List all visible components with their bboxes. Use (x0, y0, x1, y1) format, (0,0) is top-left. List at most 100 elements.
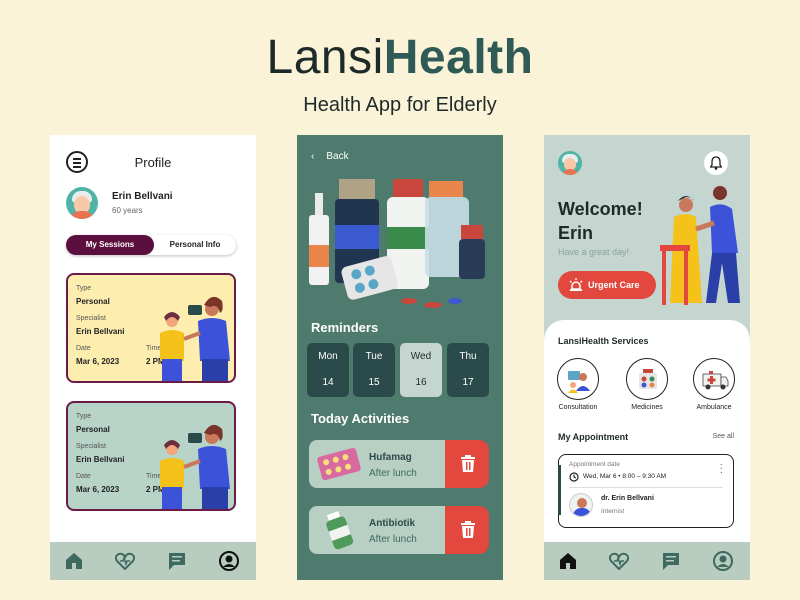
service-label: Consultation (558, 404, 598, 411)
brand-name-light: Lansi (266, 31, 384, 84)
day-wed-selected[interactable]: Wed 16 (400, 343, 442, 397)
syrup-bottle-icon (326, 511, 354, 550)
service-label: Medicines (631, 404, 663, 411)
doctor-patient-illustration (160, 424, 230, 509)
service-medicines[interactable]: Medicines (625, 358, 669, 411)
appointment-accent-bar (558, 465, 561, 515)
day-date: 17 (462, 377, 474, 388)
date-value: Mar 6, 2023 (76, 485, 120, 494)
avatar[interactable] (558, 151, 582, 175)
user-profile: Erin Bellvani 60 years (66, 187, 246, 223)
home-icon[interactable] (558, 551, 578, 571)
medicine-name: Hufamag (369, 452, 412, 463)
activities-title: Today Activities (311, 411, 410, 426)
tab-personal-info[interactable]: Personal Info (154, 235, 236, 255)
profile-header: Profile (64, 151, 242, 175)
see-all-link[interactable]: See all (713, 433, 734, 440)
day-thu[interactable]: Thu 17 (447, 343, 489, 397)
appointment-title: My Appointment (558, 432, 629, 442)
caregiver-illustration (660, 186, 740, 305)
day-date: 16 (415, 377, 427, 388)
divider (569, 487, 723, 488)
day-name: Wed (410, 351, 432, 362)
day-date: 14 (322, 377, 334, 388)
health-heart-icon[interactable] (609, 551, 629, 571)
profile-tabs: My Sessions Personal Info (66, 235, 236, 255)
urgent-care-label: Urgent Care (588, 280, 640, 290)
medicine-time: After lunch (369, 468, 417, 479)
user-name: Erin Bellvani (112, 191, 173, 202)
home-screen: Welcome! Erin Have a great day! Urgent C… (544, 135, 750, 580)
notification-button[interactable] (704, 151, 728, 175)
profile-screen: Profile Erin Bellvani 60 years My Sessio… (50, 135, 256, 580)
brand-name-bold: Health (383, 31, 534, 84)
back-button[interactable]: ‹ Back (311, 151, 349, 162)
session-card[interactable]: Type Personal Specialist Erin Bellvani D… (66, 401, 236, 511)
day-date: 15 (368, 377, 380, 388)
bottom-tab-bar (50, 542, 256, 580)
doctor-name: dr. Erin Bellvani (601, 495, 654, 502)
avatar (66, 187, 98, 219)
doctor-avatar (569, 493, 593, 517)
trash-icon (461, 521, 475, 538)
type-label: Type (76, 413, 92, 420)
doctor-patient-illustration (160, 296, 230, 381)
chat-icon[interactable] (661, 551, 681, 571)
day-tue[interactable]: Tue 15 (353, 343, 395, 397)
profile-icon[interactable] (219, 551, 239, 571)
specialist-label: Specialist (76, 315, 106, 322)
date-label: Date (76, 345, 91, 352)
activity-item[interactable]: Hufamag After lunch (309, 440, 489, 488)
home-content-sheet: LansiHealth Services Consultation Medici… (544, 320, 750, 550)
medicines-icon (639, 369, 657, 389)
day-mon[interactable]: Mon 14 (307, 343, 349, 397)
date-label: Date (76, 473, 91, 480)
profile-icon[interactable] (713, 551, 733, 571)
appointment-time: Wed, Mar 6 • 8:00 – 9:30 AM (583, 473, 667, 480)
appointment-date-label: Appointment date (569, 461, 620, 468)
medicine-bottles-illustration (309, 179, 485, 308)
more-options-icon[interactable]: · · · (720, 460, 723, 478)
urgent-care-button[interactable]: Urgent Care (558, 271, 656, 299)
user-age: 60 years (112, 206, 143, 215)
trash-icon (461, 455, 475, 472)
delete-button[interactable] (445, 506, 489, 554)
bell-icon (710, 156, 722, 170)
ambulance-icon (702, 371, 729, 390)
back-label: Back (326, 151, 349, 162)
chat-icon[interactable] (167, 551, 187, 571)
chevron-left-icon: ‹ (311, 151, 315, 162)
reminders-title: Reminders (311, 320, 379, 335)
type-value: Personal (76, 297, 110, 306)
user-first-name: Erin (558, 223, 594, 243)
day-name: Mon (318, 351, 338, 362)
health-heart-icon[interactable] (115, 551, 135, 571)
specialist-value: Erin Bellvani (76, 455, 125, 464)
siren-icon (569, 278, 583, 291)
session-card[interactable]: Type Personal Specialist Erin Bellvani D… (66, 273, 236, 383)
service-ambulance[interactable]: Ambulance (692, 358, 736, 411)
home-icon[interactable] (64, 551, 84, 571)
appointment-card[interactable]: Appointment date Wed, Mar 6 • 8:00 – 9:3… (558, 454, 734, 528)
medicine-time: After lunch (369, 534, 417, 545)
type-value: Personal (76, 425, 110, 434)
page-title: Profile (134, 155, 172, 170)
type-label: Type (76, 285, 92, 292)
welcome-text: Welcome! (558, 199, 643, 219)
tab-my-sessions[interactable]: My Sessions (66, 235, 154, 255)
day-name: Tue (365, 351, 383, 362)
greeting-text: Have a great day! (558, 247, 630, 257)
pill-pack-icon (317, 447, 361, 481)
activity-item[interactable]: Antibiotik After lunch (309, 506, 489, 554)
specialist-value: Erin Bellvani (76, 327, 125, 336)
bottom-tab-bar (544, 542, 750, 580)
day-name: Thu (459, 351, 477, 362)
service-consultation[interactable]: Consultation (556, 358, 600, 411)
brand-title: LansiHealth (0, 30, 800, 85)
consultation-icon (568, 371, 590, 393)
delete-button[interactable] (445, 440, 489, 488)
doctor-role: Internist (601, 508, 625, 515)
specialist-label: Specialist (76, 443, 106, 450)
medicine-name: Antibiotik (369, 518, 416, 529)
medicine-screen: ‹ Back Reminders Mon 14 Tue 15 Wed 16 Thu 17 … (297, 135, 503, 580)
